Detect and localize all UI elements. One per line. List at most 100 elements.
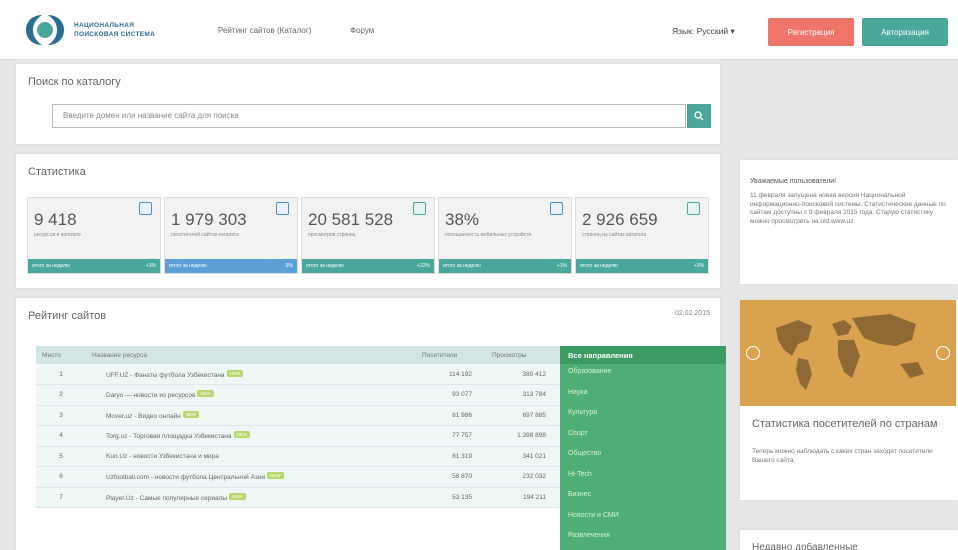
row-views: 697 885 (486, 405, 560, 426)
stat-desc: посетителей сайтов каталога (171, 232, 239, 238)
col-visitors: Посетители (416, 346, 486, 364)
directions-menu: Все направления Образование Наука Культу… (560, 346, 726, 550)
table-row[interactable]: 2 Daryo — новости из ресурсов NEW 93 077 … (36, 384, 560, 406)
stat-card-resources: 9 418 ресурсов в каталоге итого за недел… (27, 197, 161, 274)
language-selector[interactable]: Язык: Русский ▾ (672, 26, 735, 37)
search-icon (694, 111, 704, 121)
rating-date: 02.02.2015 (674, 310, 710, 317)
row-views: 313 784 (486, 384, 560, 406)
direction-item[interactable]: Общество (560, 446, 726, 467)
table-row[interactable]: 1 UFF.UZ - Фанаты футбола Узбекистана NEW… (36, 364, 560, 385)
direction-item[interactable]: Образование (560, 364, 726, 385)
row-name-link[interactable]: Torg.uz - Торговая площадка Узбекистана (106, 433, 232, 440)
direction-item[interactable]: Наука (560, 385, 726, 406)
row-place: 4 (36, 425, 86, 447)
logo-text: НАЦИОНАЛЬНАЯ ПОИСКОВАЯ СИСТЕМА (74, 21, 155, 39)
stat-bar[interactable]: итого за неделю +3% (576, 259, 708, 273)
row-name-link[interactable]: Player.Uz - Самые популярные сериалы (106, 495, 227, 502)
direction-item[interactable]: Развлечения (560, 528, 726, 549)
stat-bar-label: итого за неделю (306, 263, 344, 269)
search-title: Поиск по каталогу (28, 76, 121, 88)
table-header-row: Место Название ресурса Посетители Просмо… (36, 346, 560, 364)
stat-value: 2 926 659 (582, 210, 658, 229)
login-button[interactable]: Авторизация (862, 18, 948, 46)
stat-bar[interactable]: итого за неделю +1% (439, 259, 571, 273)
search-button[interactable] (687, 104, 711, 128)
row-name-link[interactable]: Daryo — новости из ресурсов (106, 392, 195, 399)
recent-title: Недавно добавленные (752, 542, 858, 550)
nav-forum-link[interactable]: Форум (350, 26, 374, 35)
table-row[interactable]: 4 Torg.uz - Торговая площадка Узбекистан… (36, 425, 560, 447)
logo-line-1: НАЦИОНАЛЬНАЯ (74, 22, 135, 29)
nav-catalog-link[interactable]: Рейтинг сайтов (Каталог) (218, 26, 311, 35)
stat-change: +22% (417, 263, 430, 269)
register-button[interactable]: Регистрация (768, 18, 854, 46)
table-row[interactable]: 3 Mover.uz - Видео онлайн NEW 81 986 697 … (36, 405, 560, 426)
new-badge: NEW (182, 410, 200, 418)
top-header: НАЦИОНАЛЬНАЯ ПОИСКОВАЯ СИСТЕМА Рейтинг с… (0, 0, 958, 60)
geo-stats-panel[interactable]: Статистика посетителей по странам Теперь… (740, 300, 958, 500)
stat-value: 9 418 (34, 210, 77, 229)
row-name-link[interactable]: Mover.uz - Видео онлайн (106, 413, 181, 420)
search-input[interactable]: Введите домен или название сайта для пои… (52, 104, 686, 128)
stat-card-visitors: 1 979 303 посетителей сайтов каталога ит… (164, 197, 298, 274)
stats-title: Статистика (28, 166, 86, 178)
geo-text: Теперь можно наблюдать с каких стран зах… (752, 448, 933, 464)
row-name-link[interactable]: Kun.Uz - новости Узбекистана и мира (106, 453, 219, 460)
stat-change: +1% (145, 263, 156, 269)
search-panel: Поиск по каталогу Введите домен или назв… (16, 64, 720, 144)
new-badge: NEW (197, 390, 214, 398)
new-badge: NEW (226, 369, 244, 377)
stat-value: 20 581 528 (308, 210, 394, 229)
row-name-link[interactable]: UFF.UZ - Фанаты футбола Узбекистана (106, 372, 225, 379)
new-badge: NEW (233, 431, 250, 439)
stat-bar[interactable]: итого за неделю +22% (302, 259, 434, 273)
direction-item[interactable]: Спорт (560, 426, 726, 447)
direction-item[interactable]: Новости и СМИ (560, 508, 726, 529)
row-views: 232 032 (486, 466, 560, 488)
document-icon (687, 202, 700, 215)
rating-table: Место Название ресурса Посетители Просмо… (36, 346, 560, 508)
mobile-icon (550, 202, 563, 215)
direction-item[interactable]: Культура (560, 405, 726, 426)
notice-text: 11 февраля запущена новая версия Национа… (750, 192, 946, 225)
table-row[interactable]: 5 Kun.Uz - новости Узбекистана и мира 81… (36, 446, 560, 467)
geo-title: Статистика посетителей по странам (752, 418, 938, 430)
row-place: 2 (36, 384, 86, 406)
stat-bar-label: итого за неделю (443, 263, 481, 269)
stat-card-indexed-pages: 2 926 659 страниц на сайтах каталога ито… (575, 197, 709, 274)
table-row[interactable]: 6 Uzfootball.com - новости футбола Центр… (36, 466, 560, 488)
stat-bar-label: итого за неделю (580, 263, 618, 269)
logo[interactable]: НАЦИОНАЛЬНАЯ ПОИСКОВАЯ СИСТЕМА (22, 12, 155, 48)
stat-desc: просмотров страниц (308, 232, 356, 238)
map-next-arrow-icon[interactable] (936, 346, 950, 360)
stat-bar-label: итого за неделю (169, 263, 207, 269)
row-name-link[interactable]: Uzfootball.com - новости футбола Централ… (106, 474, 265, 481)
row-visitors: 81 986 (416, 405, 486, 426)
logo-mark-icon (22, 12, 68, 48)
stat-card-pageviews: 20 581 528 просмотров страниц итого за н… (301, 197, 435, 274)
row-views: 341 021 (486, 446, 560, 467)
table-row[interactable]: 7 Player.Uz - Самые популярные сериалы NE… (36, 487, 560, 508)
direction-item[interactable]: Бизнес (560, 487, 726, 508)
directions-all[interactable]: Все направления (560, 346, 726, 364)
logo-line-2: ПОИСКОВАЯ СИСТЕМА (74, 31, 156, 38)
stat-bar[interactable]: итого за неделю -3% (165, 259, 297, 273)
recent-panel: Недавно добавленные (740, 530, 958, 550)
stat-value: 1 979 303 (171, 210, 247, 229)
stat-bar[interactable]: итого за неделю +1% (28, 259, 160, 273)
map-prev-arrow-icon[interactable] (746, 346, 760, 360)
row-place: 3 (36, 405, 86, 426)
row-visitors: 58 870 (416, 466, 486, 488)
stat-value: 38% (445, 210, 480, 229)
row-visitors: 114 192 (416, 364, 486, 385)
stat-change: +3% (693, 263, 704, 269)
stats-panel: Статистика 9 418 ресурсов в каталоге ито… (16, 154, 720, 288)
row-visitors: 77 757 (416, 425, 486, 447)
row-place: 7 (36, 487, 86, 508)
rating-title: Рейтинг сайтов (28, 310, 107, 322)
row-visitors: 81 319 (416, 446, 486, 467)
direction-item[interactable]: Hi-Tech (560, 467, 726, 488)
row-visitors: 93 077 (416, 384, 486, 406)
row-views: 380 412 (486, 364, 560, 385)
